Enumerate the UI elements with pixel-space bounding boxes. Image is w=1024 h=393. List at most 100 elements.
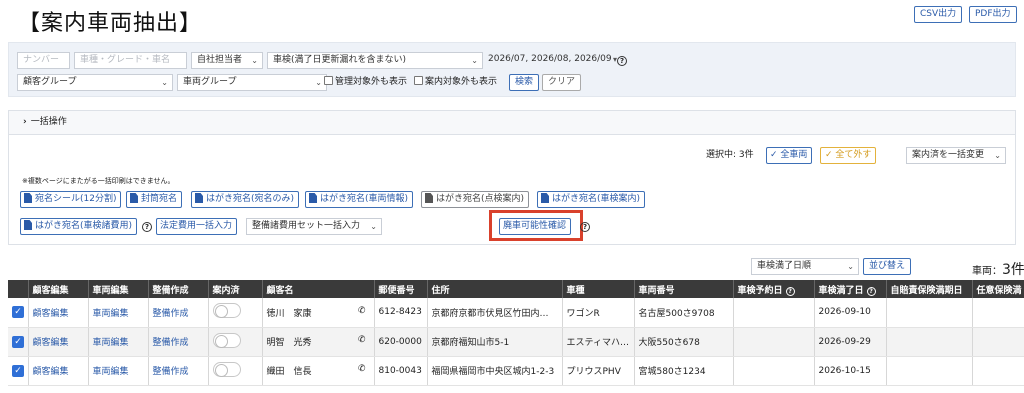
- model-cell: エスティマハ…: [562, 327, 635, 357]
- postcard-shaken-guide-button[interactable]: はがき宛名(車検案内): [537, 191, 646, 208]
- checkbox-icon: [414, 76, 423, 85]
- customer-edit-link[interactable]: 顧客編集: [28, 356, 89, 386]
- customer-edit-link[interactable]: 顧客編集: [28, 298, 89, 328]
- show-unmanaged-checkbox[interactable]: 管理対象外も表示: [324, 75, 407, 90]
- column-header: 郵便番号: [374, 280, 428, 298]
- guided-cell: [208, 327, 263, 357]
- document-icon: [130, 193, 138, 203]
- select-all-button[interactable]: ✓ 全車両: [766, 147, 813, 164]
- help-icon[interactable]: ?: [142, 222, 152, 232]
- legal-cost-bulk-button[interactable]: 法定費用一括入力: [156, 218, 238, 235]
- vehicle-edit-link[interactable]: 車両編集: [88, 356, 149, 386]
- column-header: 車検満了日 ?: [814, 280, 887, 298]
- vehicle-table: 顧客編集 車両編集 整備作成 案内済 顧客名 郵便番号 住所 車種 車両番号 車…: [8, 280, 1024, 386]
- guided-toggle[interactable]: [212, 303, 241, 319]
- postcard-shaken-cost-button[interactable]: はがき宛名(車検諸費用): [20, 218, 138, 235]
- phone-icon[interactable]: ✆: [358, 364, 366, 374]
- sort-button[interactable]: 並び替え: [863, 258, 912, 275]
- zip-cell: 620-0000: [374, 327, 428, 357]
- vehicle-edit-link[interactable]: 車両編集: [88, 298, 149, 328]
- customer-group-value: 顧客グループ: [23, 77, 77, 87]
- postcard-vehicle-info-button[interactable]: はがき宛名(車両情報): [305, 191, 414, 208]
- bulk-change-value: 案内済を一括変更: [912, 150, 985, 160]
- number-input[interactable]: ナンバー: [17, 52, 70, 69]
- csv-export-button[interactable]: CSV出力: [914, 6, 963, 23]
- vehicle-count: 車両：3件: [972, 259, 1024, 279]
- highlight-frame: [489, 210, 583, 241]
- expiry-date-cell: 2026-09-10: [814, 298, 887, 328]
- model-cell: ワゴンR: [562, 298, 635, 328]
- customer-group-select[interactable]: 顧客グループ ⌄: [17, 74, 173, 91]
- column-header: 整備作成: [148, 280, 209, 298]
- compulsory-insurance-cell: [886, 298, 973, 328]
- chevron-down-icon: ⌄: [847, 262, 854, 271]
- pdf-export-button[interactable]: PDF出力: [969, 6, 1017, 23]
- document-icon: [541, 193, 549, 203]
- bulk-change-select[interactable]: 案内済を一括変更 ⌄: [906, 147, 1006, 164]
- inspection-select[interactable]: 車検(満了日更新漏れを含まない) ⌄: [267, 52, 483, 69]
- document-icon: [24, 193, 32, 203]
- reserve-date-cell: [733, 327, 815, 357]
- maintenance-create-link[interactable]: 整備作成: [148, 356, 209, 386]
- sort-select[interactable]: 車検満了日順 ⌄: [751, 258, 859, 275]
- guided-toggle[interactable]: [212, 332, 241, 348]
- maintenance-set-select[interactable]: 整備諸費用セット一括入力 ⌄: [246, 218, 382, 235]
- row-checkbox[interactable]: ✓: [8, 356, 29, 386]
- clear-button[interactable]: クリア: [542, 74, 582, 91]
- expiry-date-cell: 2026-10-15: [814, 356, 887, 386]
- address-cell: 福岡県福岡市中央区城内1-2-3: [427, 356, 563, 386]
- envelope-address-button[interactable]: 封筒宛名: [126, 191, 183, 208]
- guided-cell: [208, 356, 263, 386]
- multi-page-note: ※複数ページにまたがる一括印刷はできません。: [22, 177, 175, 185]
- postcard-inspection-guide-button[interactable]: はがき宛名(点検案内): [421, 191, 530, 208]
- show-unguided-label: 案内対象外も表示: [425, 77, 498, 87]
- voluntary-insurance-cell: [972, 327, 1024, 357]
- row-checkbox[interactable]: ✓: [8, 298, 29, 328]
- bulk-operations-toggle[interactable]: › 一括操作: [8, 110, 1016, 135]
- customer-edit-link[interactable]: 顧客編集: [28, 327, 89, 357]
- zip-cell: 612-8423: [374, 298, 428, 328]
- filter-panel: ナンバー 車種・グレード・車名 自社担当者 ⌄ 車検(満了日更新漏れを含まない) ⌄…: [8, 42, 1016, 97]
- phone-icon[interactable]: ✆: [358, 335, 366, 345]
- vehicle-search-input[interactable]: 車種・グレード・車名: [74, 52, 187, 69]
- reserve-date-cell: [733, 298, 815, 328]
- chevron-right-icon: ›: [23, 117, 27, 127]
- show-unguided-checkbox[interactable]: 案内対象外も表示: [414, 75, 497, 90]
- guided-toggle[interactable]: [212, 361, 241, 377]
- phone-icon[interactable]: ✆: [358, 306, 366, 316]
- column-header: 顧客名: [262, 280, 375, 298]
- button-label: はがき宛名(宛名のみ): [206, 194, 295, 204]
- plate-cell: 宮城580さ1234: [634, 356, 734, 386]
- button-label: はがき宛名(車両情報): [320, 194, 409, 204]
- table-row: ✓ 顧客編集 車両編集 整備作成 織田 信長 ✆ 810-0043 福岡県福岡市中…: [8, 356, 1024, 386]
- reserve-date-cell: [733, 356, 815, 386]
- column-header: 車両番号: [634, 280, 734, 298]
- label-sticker-button[interactable]: 宛名シール(12分割): [20, 191, 122, 208]
- column-header: 車種: [562, 280, 635, 298]
- vehicle-count-label: 車両：: [972, 266, 1002, 277]
- month-select[interactable]: 2026/07, 2026/08, 2026/09 ▾: [483, 52, 621, 69]
- vehicle-group-value: 車両グループ: [183, 77, 237, 87]
- help-circle-icon[interactable]: ?: [866, 286, 876, 296]
- owner-select[interactable]: 自社担当者 ⌄: [191, 52, 263, 69]
- table-row: ✓ 顧客編集 車両編集 整備作成 徳川 家康 ✆ 612-8423 京都府京都市伏…: [8, 298, 1024, 328]
- help-icon[interactable]: ?: [617, 56, 627, 66]
- check-icon: ✓: [12, 335, 24, 348]
- vehicle-group-select[interactable]: 車両グループ ⌄: [177, 74, 327, 91]
- customer-name: 織田 信長: [266, 367, 312, 377]
- help-icon[interactable]: ?: [580, 222, 590, 232]
- maintenance-create-link[interactable]: 整備作成: [148, 298, 209, 328]
- table-header-row: 顧客編集 車両編集 整備作成 案内済 顧客名 郵便番号 住所 車種 車両番号 車…: [8, 280, 1024, 298]
- compulsory-insurance-cell: [886, 327, 973, 357]
- selected-count: 選択中: 3件: [706, 150, 754, 160]
- reserve-date-header: 車検予約日: [737, 285, 783, 296]
- help-circle-icon[interactable]: ?: [785, 286, 795, 296]
- show-unmanaged-label: 管理対象外も表示: [335, 77, 408, 87]
- search-button[interactable]: 検索: [509, 74, 540, 91]
- plate-cell: 大阪550さ678: [634, 327, 734, 357]
- deselect-all-button[interactable]: ✓ 全て外す: [820, 147, 877, 164]
- vehicle-edit-link[interactable]: 車両編集: [88, 327, 149, 357]
- maintenance-create-link[interactable]: 整備作成: [148, 327, 209, 357]
- row-checkbox[interactable]: ✓: [8, 327, 29, 357]
- postcard-name-only-button[interactable]: はがき宛名(宛名のみ): [191, 191, 300, 208]
